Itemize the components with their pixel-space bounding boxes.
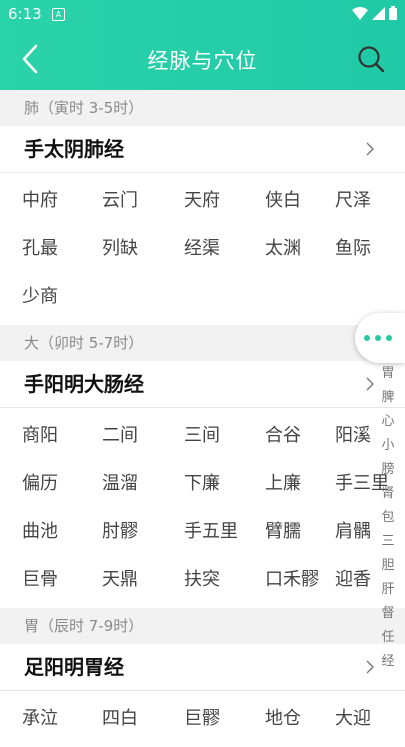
battery-icon <box>389 6 397 20</box>
meridian-name: 足阳明胃经 <box>24 655 124 679</box>
meridian-row[interactable]: 足阳明胃经 <box>0 644 405 691</box>
app-bar: 经脉与穴位 <box>0 28 405 90</box>
section-header: 大（卯时 5-7时） <box>0 325 405 361</box>
page-title: 经脉与穴位 <box>147 49 258 73</box>
acupoint-item[interactable]: 上廉 <box>243 460 324 508</box>
acupoint-item[interactable]: 地仓 <box>243 695 324 743</box>
index-letter[interactable]: 包 <box>377 506 399 530</box>
acupoint-item[interactable]: 合谷 <box>243 412 324 460</box>
acupoint-item[interactable]: 三间 <box>162 412 243 460</box>
index-letter[interactable]: 脾 <box>377 386 399 410</box>
notification-icon: A <box>52 8 65 21</box>
acupoint-item[interactable]: 肘髎 <box>81 508 162 556</box>
acupoint-item[interactable]: 云门 <box>81 177 162 225</box>
acupoint-item[interactable]: 孔最 <box>0 225 81 273</box>
meridian-name: 手阳明大肠经 <box>24 372 144 396</box>
section-header: 胃（辰时 7-9时） <box>0 608 405 644</box>
wifi-icon <box>352 6 368 20</box>
acupoint-grid: 商阳 二间 三间 合谷 阳溪 偏历 温溜 下廉 上廉 手三里 曲池 肘髎 手五里… <box>0 408 405 608</box>
acupoint-item[interactable]: 天鼎 <box>81 556 162 604</box>
meridian-row[interactable]: 手阳明大肠经 <box>0 361 405 408</box>
acupoint-item[interactable]: 太渊 <box>243 225 324 273</box>
meridian-row[interactable]: 手太阴肺经 <box>0 126 405 173</box>
acupoint-item[interactable]: 曲池 <box>0 508 81 556</box>
acupoint-item[interactable]: 鱼际 <box>324 225 405 273</box>
more-options-button[interactable] <box>355 313 405 363</box>
index-letter[interactable]: 肝 <box>377 578 399 602</box>
status-time: 6:13 <box>8 5 42 23</box>
acupoint-item[interactable]: 二间 <box>81 412 162 460</box>
acupoint-grid: 承泣 四白 巨髎 地仓 大迎 <box>0 691 405 747</box>
acupoint-item[interactable]: 巨髎 <box>162 695 243 743</box>
acupoint-item[interactable]: 下廉 <box>162 460 243 508</box>
dot-icon <box>386 335 392 341</box>
acupoint-item[interactable]: 四白 <box>81 695 162 743</box>
index-letter[interactable]: 三 <box>377 530 399 554</box>
acupoint-item[interactable]: 大迎 <box>324 695 405 743</box>
search-icon[interactable] <box>355 43 387 75</box>
chevron-right-icon <box>366 660 374 674</box>
acupoint-item[interactable]: 尺泽 <box>324 177 405 225</box>
acupoint-item[interactable]: 承泣 <box>0 695 81 743</box>
index-letter[interactable]: 小 <box>377 434 399 458</box>
acupoint-item[interactable]: 扶突 <box>162 556 243 604</box>
chevron-right-icon <box>366 142 374 156</box>
section-header: 肺（寅时 3-5时） <box>0 90 405 126</box>
acupoint-item[interactable]: 经渠 <box>162 225 243 273</box>
acupoint-item[interactable]: 商阳 <box>0 412 81 460</box>
side-index: 胃 脾 心 小 膀 肾 包 三 胆 肝 督 任 经 <box>377 362 399 674</box>
acupoint-grid: 中府 云门 天府 侠白 尺泽 孔最 列缺 经渠 太渊 鱼际 少商 <box>0 173 405 325</box>
index-letter[interactable]: 胃 <box>377 362 399 386</box>
dot-icon <box>375 335 381 341</box>
index-letter[interactable]: 肾 <box>377 482 399 506</box>
acupoint-item[interactable]: 手五里 <box>162 508 243 556</box>
index-letter[interactable]: 心 <box>377 410 399 434</box>
index-letter[interactable]: 任 <box>377 626 399 650</box>
acupoint-item[interactable]: 偏历 <box>0 460 81 508</box>
index-letter[interactable]: 督 <box>377 602 399 626</box>
chevron-right-icon <box>366 377 374 391</box>
acupoint-item[interactable]: 巨骨 <box>0 556 81 604</box>
index-letter[interactable]: 经 <box>377 650 399 674</box>
acupoint-item[interactable]: 臂臑 <box>243 508 324 556</box>
status-bar: 6:13 A <box>0 0 405 28</box>
index-letter[interactable]: 胆 <box>377 554 399 578</box>
top-bar: 6:13 A 经脉与穴位 <box>0 0 405 90</box>
index-letter[interactable]: 膀 <box>377 458 399 482</box>
acupoint-item[interactable]: 侠白 <box>243 177 324 225</box>
acupoint-item[interactable]: 少商 <box>0 273 81 321</box>
acupoint-item[interactable]: 中府 <box>0 177 81 225</box>
acupoint-item[interactable]: 天府 <box>162 177 243 225</box>
meridian-list: 肺（寅时 3-5时） 手太阴肺经 中府 云门 天府 侠白 尺泽 孔最 列缺 经渠… <box>0 90 405 747</box>
meridian-name: 手太阴肺经 <box>24 137 124 161</box>
signal-icon <box>372 6 385 20</box>
acupoint-item[interactable]: 口禾髎 <box>243 556 324 604</box>
dot-icon <box>364 335 370 341</box>
acupoint-item[interactable]: 温溜 <box>81 460 162 508</box>
acupoint-item[interactable]: 列缺 <box>81 225 162 273</box>
